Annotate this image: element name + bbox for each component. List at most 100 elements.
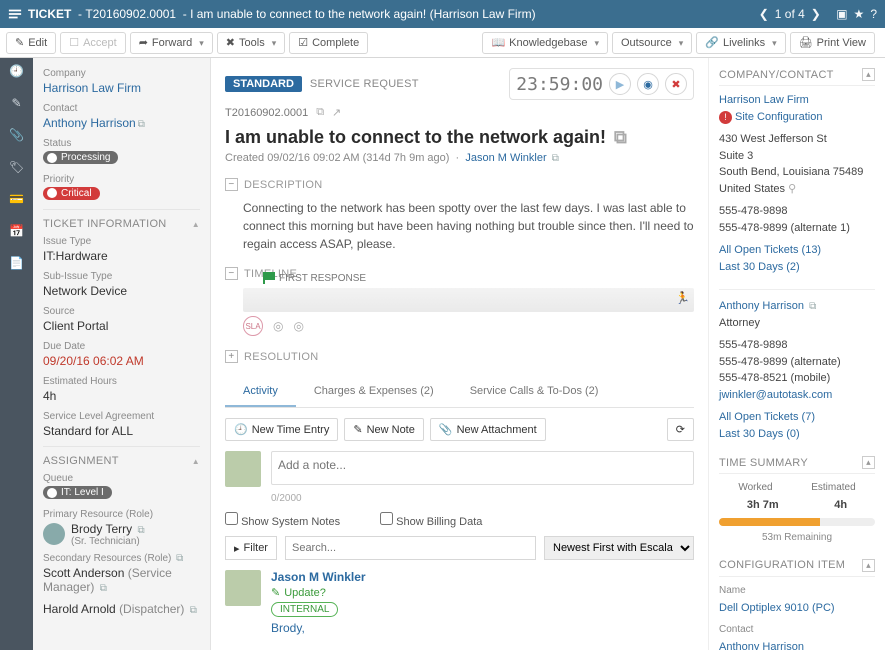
livelinks-button[interactable]: 🔗 Livelinks — [696, 32, 785, 54]
external-icon[interactable]: ⧉ — [100, 583, 107, 594]
open-tickets-link[interactable]: All Open Tickets (7) — [719, 411, 815, 423]
stop-icon[interactable]: ✖ — [665, 73, 687, 95]
link-icon[interactable]: ↗ — [332, 106, 341, 119]
tools-button[interactable]: ✖ Tools — [217, 32, 285, 54]
sort-select[interactable]: Newest First with Escalations — [544, 536, 694, 560]
collapse-icon[interactable] — [192, 455, 200, 467]
email-link[interactable]: jwinkler@autotask.com — [719, 389, 832, 401]
external-icon[interactable]: ⧉ — [138, 119, 145, 130]
timer: 23:59:00 ▶ ◉ ✖ — [509, 68, 694, 100]
ticket-title: I am unable to connect to the network ag… — [225, 127, 606, 148]
ci-contact-link[interactable]: Anthony Harrison — [719, 641, 804, 650]
site-config-link[interactable]: Site Configuration — [735, 111, 822, 123]
details-sidebar: Company Harrison Law Firm Contact Anthon… — [33, 58, 211, 650]
tab-calls[interactable]: Service Calls & To-Dos (2) — [452, 377, 617, 407]
ci-name-link[interactable]: Dell Optiplex 9010 (PC) — [719, 602, 835, 614]
last30-link[interactable]: Last 30 Days (2) — [719, 261, 800, 273]
contact-link[interactable]: Anthony Harrison — [719, 300, 804, 312]
update-link[interactable]: Update? — [284, 587, 326, 599]
rail-edit-icon[interactable]: ✎ — [11, 96, 21, 110]
description-text: Connecting to the network has been spott… — [225, 199, 694, 253]
help-icon[interactable]: ? — [870, 7, 877, 21]
external-icon[interactable]: ⧉ — [809, 301, 816, 312]
collapse-icon[interactable]: ▴ — [862, 559, 875, 572]
contact-value[interactable]: Anthony Harrison⧉ — [43, 116, 200, 130]
last30-link[interactable]: Last 30 Days (0) — [719, 428, 800, 440]
search-input[interactable] — [285, 536, 536, 560]
map-icon[interactable]: ⚲ — [788, 183, 796, 195]
ticket-icon — [8, 7, 22, 22]
creator-link[interactable]: Jason M Winkler — [465, 152, 546, 164]
new-attachment-button[interactable]: 📎 New Attachment — [430, 418, 546, 441]
show-billing-checkbox[interactable]: Show Billing Data — [380, 512, 482, 528]
first-response-flag: FIRST RESPONSE — [263, 272, 366, 284]
queue-pill: IT: Level I — [43, 486, 112, 499]
expand-icon[interactable]: + — [225, 350, 238, 363]
avatar — [43, 523, 65, 545]
rail-attachment-icon[interactable]: 📎 — [9, 128, 24, 142]
star-icon[interactable]: ★ — [854, 7, 865, 21]
collapse-icon[interactable]: ▴ — [862, 456, 875, 469]
sla-icon: SLA — [243, 316, 263, 336]
refresh-button[interactable]: ⟳ — [667, 418, 694, 441]
external-icon[interactable]: ⧉ — [176, 553, 183, 564]
print-button[interactable]: 🖨 Print View — [790, 32, 875, 54]
open-tickets-link[interactable]: All Open Tickets (13) — [719, 244, 821, 256]
activity-author[interactable]: Jason M Winkler — [271, 570, 366, 584]
edit-button[interactable]: ✎ Edit — [6, 32, 56, 54]
tab-activity[interactable]: Activity — [225, 377, 296, 407]
rail-tag-icon[interactable]: 🏷 — [9, 160, 24, 174]
copy-icon[interactable]: ⧉ — [316, 106, 324, 119]
knowledgebase-button[interactable]: 📖 Knowledgebase — [482, 32, 608, 54]
ticket-info-header[interactable]: TICKET INFORMATION — [43, 209, 200, 230]
service-request-label: SERVICE REQUEST — [310, 78, 419, 90]
prev-icon[interactable]: ❮ — [759, 7, 769, 21]
filter-button[interactable]: ▸ Filter — [225, 536, 277, 560]
company-value[interactable]: Harrison Law Firm — [43, 81, 200, 95]
avatar — [225, 570, 261, 606]
side-rail: 🕘 ✎ 📎 🏷 💳 📅 📄 — [0, 58, 33, 650]
right-sidebar: COMPANY/CONTACT▴ Harrison Law Firm !Site… — [708, 58, 885, 650]
time-summary-header[interactable]: TIME SUMMARY▴ — [719, 456, 875, 474]
collapse-icon[interactable]: − — [225, 178, 238, 191]
internal-badge: INTERNAL — [271, 602, 338, 617]
record-pager: ❮ 1 of 4 ❯ ▣ ★ ? — [759, 7, 877, 21]
new-note-button[interactable]: ✎ New Note — [344, 418, 424, 441]
complete-button[interactable]: ☑ Complete — [289, 32, 368, 54]
show-system-notes-checkbox[interactable]: Show System Notes — [225, 512, 340, 528]
collapse-icon[interactable] — [192, 218, 200, 230]
alert-icon: ! — [719, 111, 732, 124]
collapse-icon[interactable]: ▴ — [862, 68, 875, 81]
progress-bar — [719, 518, 875, 526]
config-item-header[interactable]: CONFIGURATION ITEM▴ — [719, 559, 875, 577]
rail-doc-icon[interactable]: 📄 — [9, 256, 24, 270]
note-input[interactable] — [271, 451, 694, 485]
new-time-button[interactable]: 🕘 New Time Entry — [225, 418, 338, 441]
rail-clock-icon[interactable]: 🕘 — [9, 64, 24, 78]
company-link[interactable]: Harrison Law Firm — [719, 94, 809, 106]
popout-icon[interactable]: ▣ — [836, 7, 847, 21]
outsource-button[interactable]: Outsource — [612, 32, 692, 54]
record-icon[interactable]: ◉ — [637, 73, 659, 95]
copy-title-icon[interactable]: ⧉ — [614, 127, 627, 148]
edit-icon[interactable]: ✎ — [271, 586, 280, 599]
next-icon[interactable]: ❯ — [811, 7, 821, 21]
play-icon[interactable]: ▶ — [609, 73, 631, 95]
forward-button[interactable]: ➦ Forward — [130, 32, 213, 54]
rail-card-icon[interactable]: 💳 — [9, 192, 24, 206]
assignment-header[interactable]: ASSIGNMENT — [43, 446, 200, 467]
company-label: Company — [43, 68, 200, 79]
target-icon: ◎ — [293, 319, 303, 333]
header-title: TICKET - T20160902.0001 - I am unable to… — [28, 7, 536, 21]
external-icon[interactable]: ⧉ — [190, 605, 197, 616]
status-pill: Processing — [43, 151, 118, 164]
collapse-icon[interactable]: − — [225, 267, 238, 280]
tab-charges[interactable]: Charges & Expenses (2) — [296, 377, 452, 407]
ticket-number: T20160902.0001 — [225, 107, 308, 119]
avatar — [225, 451, 261, 487]
external-icon[interactable]: ⧉ — [137, 525, 144, 536]
activity-tabs: Activity Charges & Expenses (2) Service … — [225, 377, 694, 408]
external-icon[interactable]: ⧉ — [552, 153, 559, 164]
company-contact-header[interactable]: COMPANY/CONTACT▴ — [719, 68, 875, 86]
rail-calendar-icon[interactable]: 📅 — [9, 224, 24, 238]
